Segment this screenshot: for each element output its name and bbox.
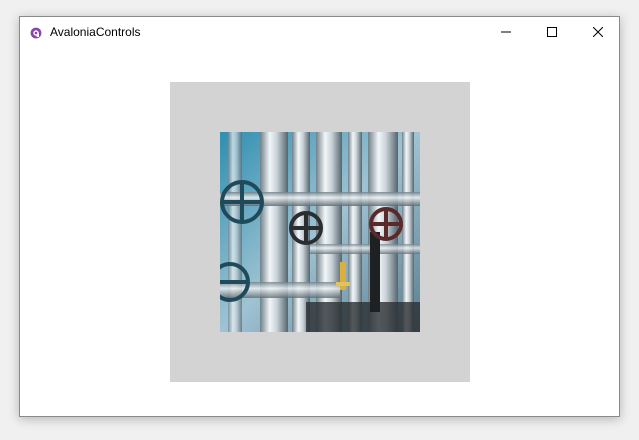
app-window: AvaloniaControls [19,16,620,417]
industrial-pipes-image [220,132,420,332]
window-title: AvaloniaControls [50,25,141,39]
minimize-button[interactable] [483,17,529,47]
maximize-button[interactable] [529,17,575,47]
avalonia-logo-icon [30,26,42,39]
image-container [170,82,470,382]
maximize-icon [547,27,557,37]
minimize-icon [501,27,511,37]
close-button[interactable] [575,17,619,47]
close-icon [593,27,603,37]
window-content [20,47,619,416]
title-bar[interactable]: AvaloniaControls [20,17,619,47]
